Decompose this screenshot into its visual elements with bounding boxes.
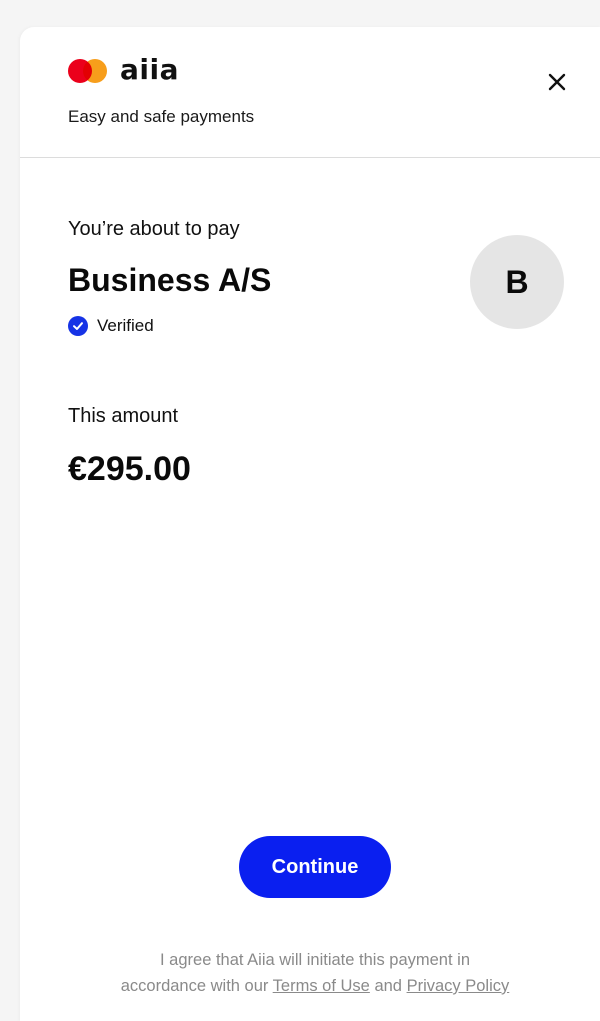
amount-label: This amount	[68, 405, 179, 427]
continue-button[interactable]: Continue	[239, 836, 391, 898]
close-button[interactable]	[542, 67, 572, 97]
merchant-name: Business A/S	[68, 262, 272, 298]
payment-card: aiia Easy and safe payments You’re about…	[20, 27, 600, 1021]
tagline: Easy and safe payments	[68, 107, 255, 126]
verified-badge: Verified	[68, 316, 154, 336]
header: aiia Easy and safe payments	[20, 27, 600, 158]
terms-of-use-link[interactable]: Terms of Use	[273, 977, 370, 995]
privacy-policy-link[interactable]: Privacy Policy	[407, 977, 510, 995]
legal-line-1: I agree that Aiia will initiate this pay…	[160, 951, 470, 969]
check-circle-icon	[68, 316, 88, 336]
mastercard-logo-icon	[68, 58, 112, 84]
legal-line-2: accordance with our Terms of Use and Pri…	[120, 977, 510, 995]
brand-logo: aiia	[68, 52, 179, 87]
pay-intro-label: You’re about to pay	[68, 218, 240, 240]
brand-name: aiia	[120, 52, 179, 86]
legal-text: I agree that Aiia will initiate this pay…	[50, 947, 580, 999]
amount-value: €295.00	[68, 450, 191, 488]
close-icon	[548, 73, 566, 91]
verified-label: Verified	[97, 316, 154, 335]
merchant-avatar: B	[470, 235, 564, 329]
